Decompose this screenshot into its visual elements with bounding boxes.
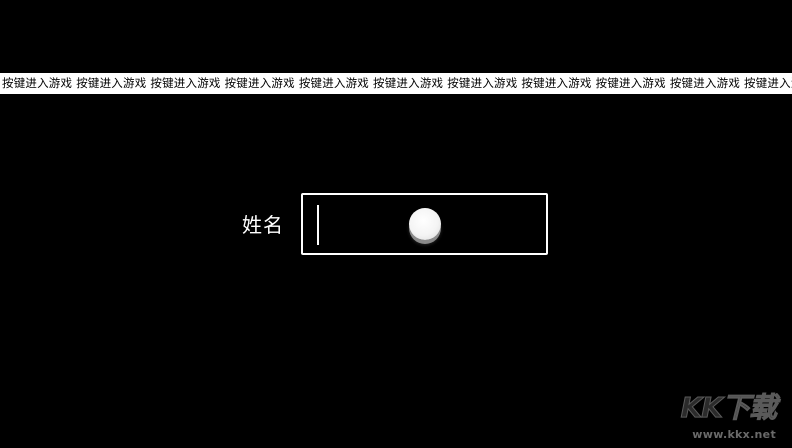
ticker-item: 按键进入游戏: [373, 76, 444, 90]
ticker-item: 按键进入游戏: [150, 76, 221, 90]
ticker-item: 按键进入游戏: [224, 76, 295, 90]
press-key-ticker: 按键进入游戏 按键进入游戏 按键进入游戏 按键进入游戏 按键进入游戏 按键进入游…: [0, 73, 792, 94]
ticker-item: 按键进入游戏: [521, 76, 592, 90]
ticker-item: 按键进入游戏: [298, 76, 370, 90]
watermark-url: www.kkx.net: [692, 428, 776, 441]
text-caret: [317, 205, 319, 245]
ticker-track: 按键进入游戏 按键进入游戏 按键进入游戏 按键进入游戏 按键进入游戏 按键进入游…: [0, 73, 792, 94]
name-input-field[interactable]: [301, 193, 548, 255]
ticker-item: 按键进入游戏: [76, 76, 147, 90]
ticker-item: 按键进入游戏: [2, 76, 73, 90]
site-watermark: KK下载 www.kkx.net: [652, 391, 778, 442]
ticker-item: 按键进入游戏: [744, 76, 792, 90]
name-label: 姓名: [242, 213, 284, 237]
ticker-item: 按键进入游戏: [669, 76, 741, 90]
ticker-item: 按键进入游戏: [447, 76, 518, 90]
ticker-item: 按键进入游戏: [595, 76, 666, 90]
ball-cursor-icon: [409, 208, 441, 240]
watermark-logo: KK下载: [680, 391, 777, 424]
